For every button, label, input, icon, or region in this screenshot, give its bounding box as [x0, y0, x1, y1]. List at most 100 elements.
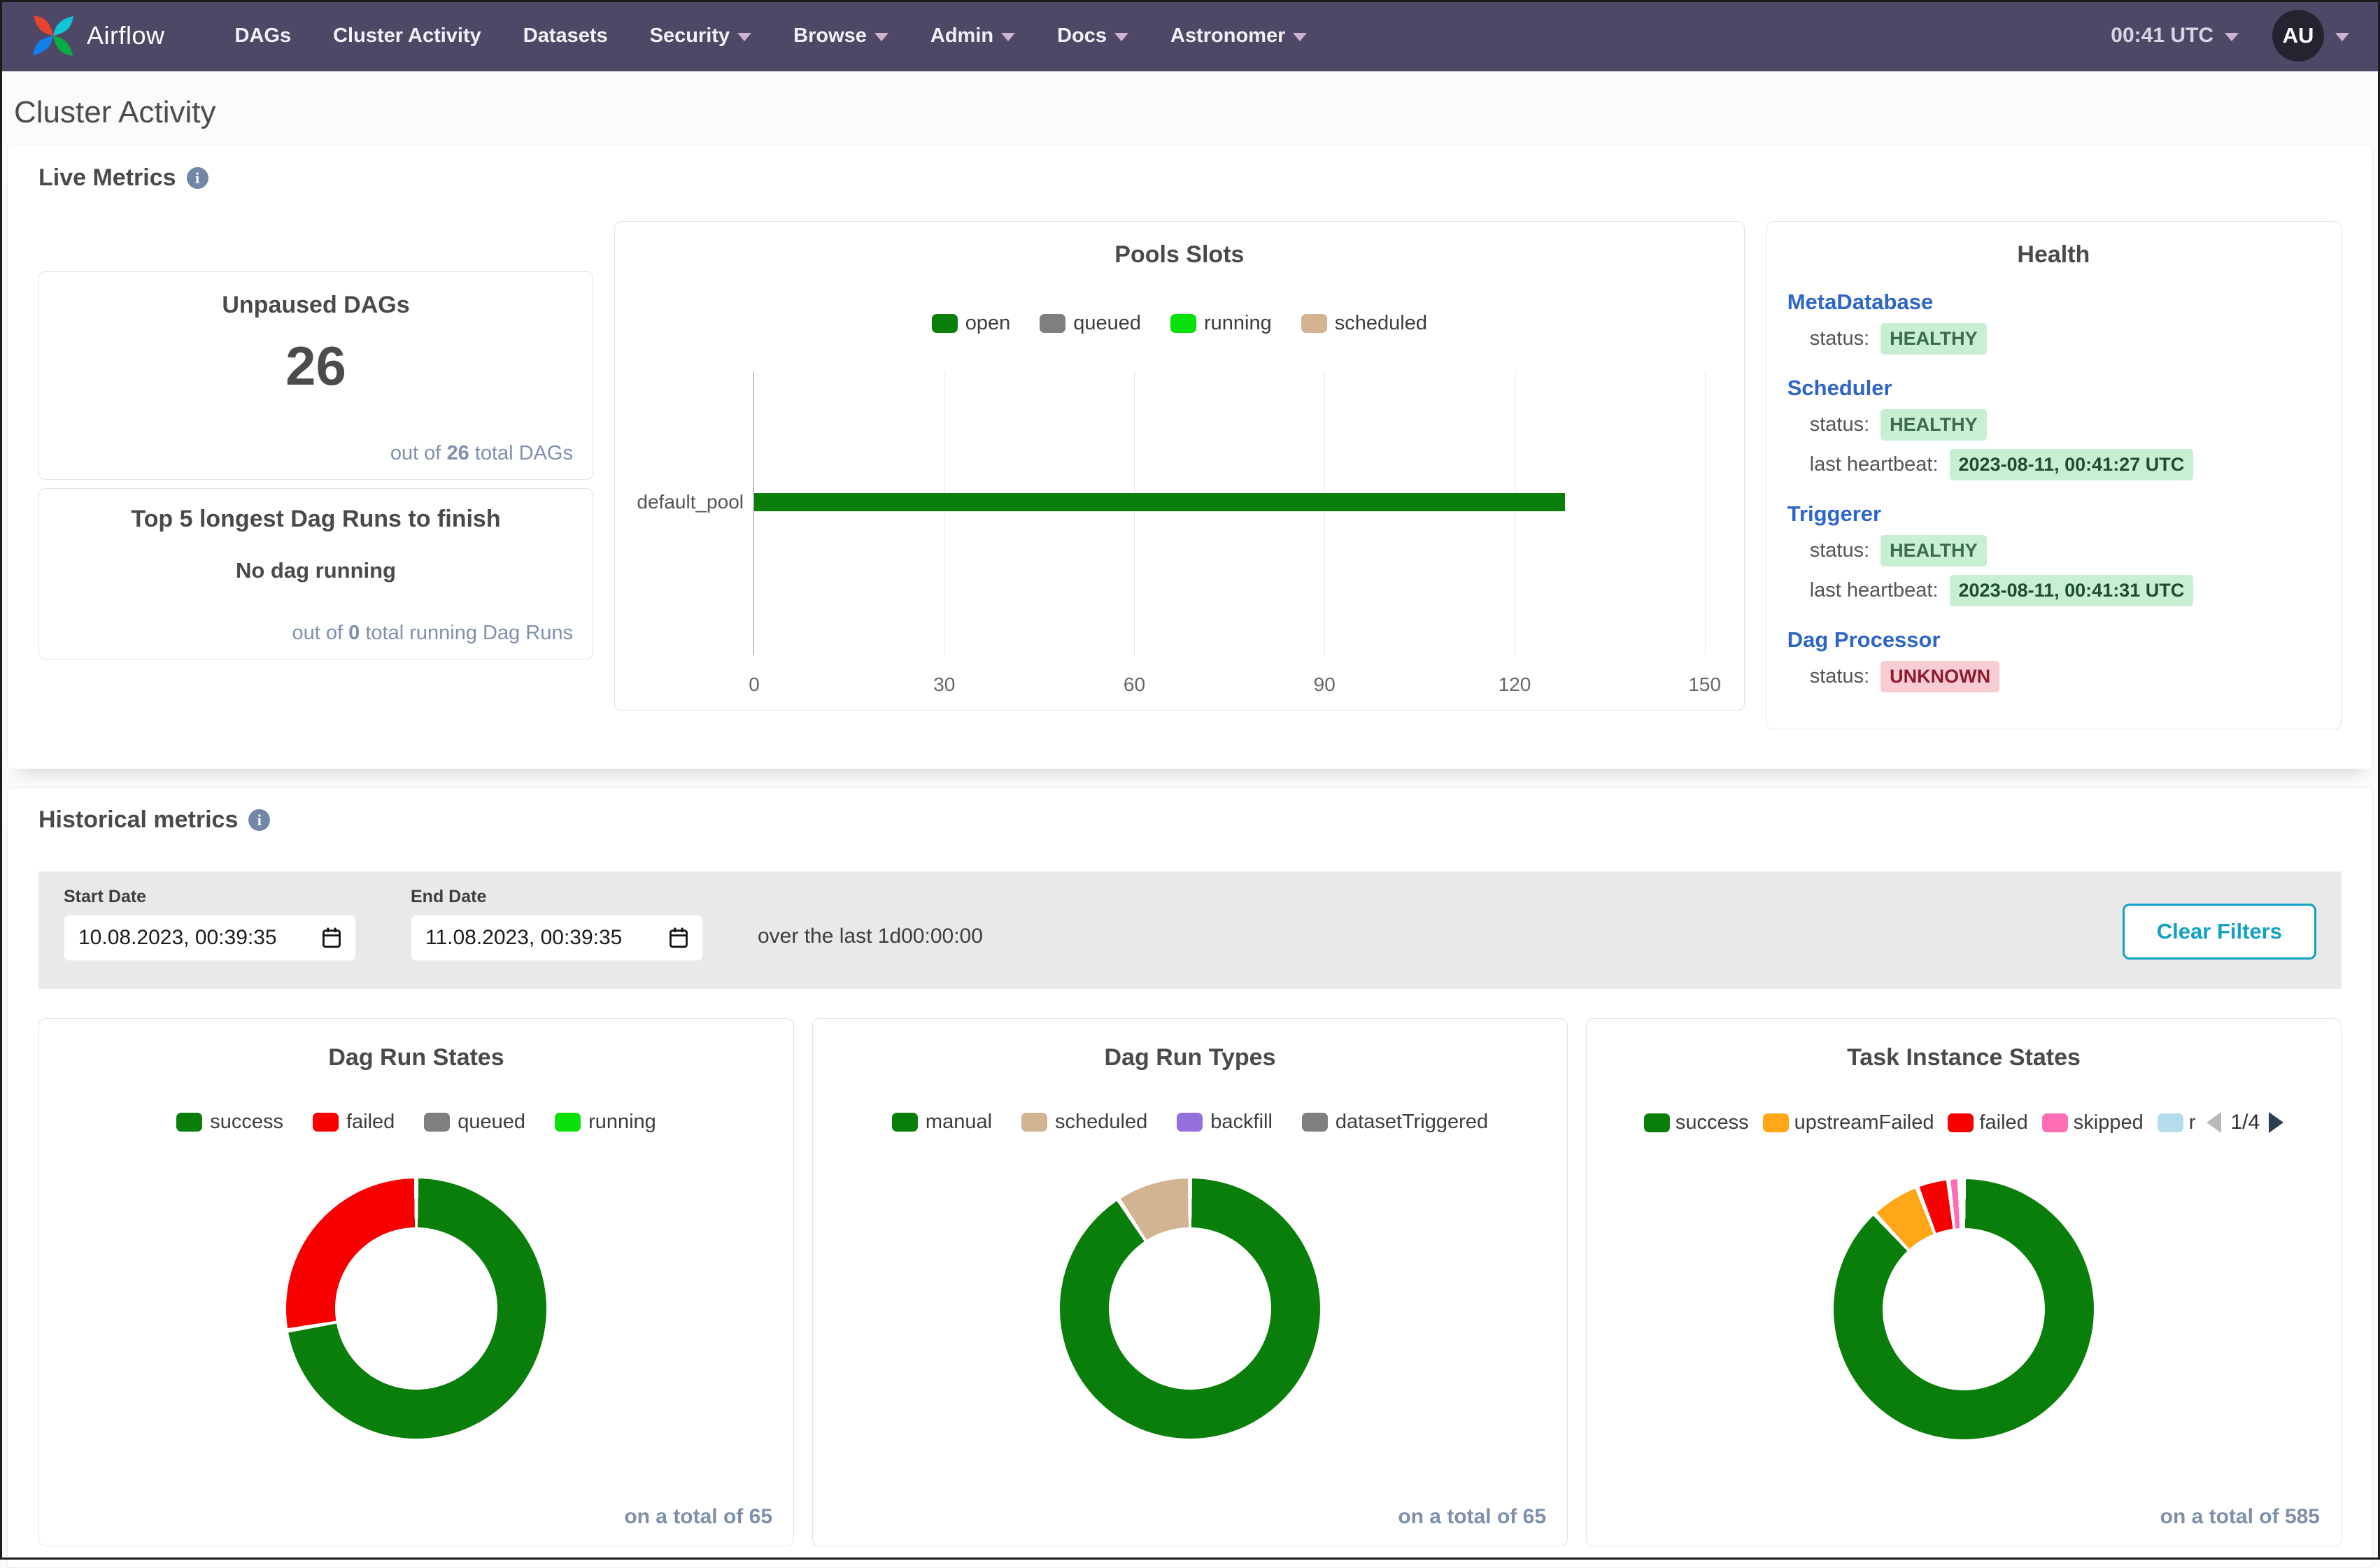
- legend-label: queued: [1073, 312, 1141, 335]
- bar-category-column: default_pool: [633, 371, 753, 655]
- health-component-triggerer[interactable]: Triggerer: [1787, 501, 2320, 527]
- legend-item-failed[interactable]: failed: [1948, 1111, 2027, 1134]
- legend-item-skipped[interactable]: skipped: [2042, 1111, 2144, 1134]
- filter-bar: Start Date 10.08.2023, 00:39:35 End Date…: [38, 871, 2342, 989]
- footer-text: out of: [390, 442, 441, 464]
- start-date-field: Start Date 10.08.2023, 00:39:35: [64, 887, 356, 961]
- nav-item-label: DAGs: [235, 24, 292, 48]
- nav-item-label: Datasets: [523, 24, 608, 48]
- nav-item-astronomer[interactable]: Astronomer: [1149, 0, 1328, 71]
- footer-value: 26: [446, 442, 469, 464]
- health-component-dag-processor[interactable]: Dag Processor: [1787, 627, 2320, 653]
- donut-hole: [1109, 1227, 1271, 1390]
- clear-filters-button[interactable]: Clear Filters: [2123, 904, 2316, 960]
- nav-item-docs[interactable]: Docs: [1036, 0, 1149, 71]
- live-left-column: Unpaused DAGs 26 out of 26 total DAGs To…: [38, 271, 593, 660]
- top-dag-runs-footer: out of 0 total running Dag Runs: [39, 622, 593, 659]
- task-instance-states-legend: success upstreamFailed failed skipped r: [1644, 1111, 2196, 1134]
- legend-item-datasettriggered[interactable]: datasetTriggered: [1302, 1111, 1488, 1134]
- start-date-label: Start Date: [64, 887, 356, 907]
- health-row-label: status:: [1810, 413, 1869, 436]
- legend-item-open[interactable]: open: [932, 312, 1011, 335]
- legend-item-upstreamfailed[interactable]: upstreamFailed: [1763, 1111, 1934, 1134]
- health-component-scheduler[interactable]: Scheduler: [1787, 376, 2320, 401]
- end-date-input[interactable]: 11.08.2023, 00:39:35: [411, 915, 703, 961]
- gridline: [1324, 371, 1325, 655]
- legend-label: datasetTriggered: [1336, 1111, 1488, 1134]
- live-metrics-heading: Live Metrics i: [38, 164, 2342, 192]
- navbar: Airflow DAGs Cluster Activity Datasets Secu…: [0, 0, 2380, 71]
- legend-item-manual[interactable]: manual: [892, 1111, 992, 1134]
- task-instance-states-title: Task Instance States: [1847, 1044, 2081, 1071]
- legend-item-success[interactable]: success: [176, 1111, 283, 1134]
- legend-item-running[interactable]: running: [555, 1111, 656, 1134]
- legend-label: running: [588, 1111, 656, 1134]
- status-badge: HEALTHY: [1880, 535, 1987, 566]
- legend-swatch: [1644, 1113, 1670, 1132]
- nav-item-security[interactable]: Security: [629, 0, 772, 71]
- chevron-down-icon: [2335, 33, 2349, 41]
- legend-swatch: [1040, 314, 1065, 333]
- unpaused-dags-title: Unpaused DAGs: [39, 292, 593, 319]
- bar-open[interactable]: [754, 493, 1565, 511]
- legend-page-indicator: 1/4: [2230, 1111, 2260, 1134]
- dag-run-states-total: on a total of 65: [624, 1505, 772, 1529]
- dag-run-states-card: Dag Run States success failed queued runnin…: [38, 1018, 794, 1546]
- dag-run-states-title: Dag Run States: [328, 1044, 504, 1071]
- pools-bar-chart[interactable]: default_pool 0306090120150: [633, 371, 1705, 655]
- info-icon[interactable]: i: [187, 167, 208, 189]
- historical-metrics-heading-text: Historical metrics: [38, 806, 238, 834]
- legend-swatch: [313, 1113, 339, 1132]
- legend-item-success[interactable]: success: [1644, 1111, 1749, 1134]
- airflow-logo-icon: [31, 13, 76, 58]
- legend-swatch: [1763, 1113, 1789, 1132]
- health-row-label: last heartbeat:: [1810, 453, 1939, 476]
- historical-metrics-heading: Historical metrics i: [38, 806, 2342, 834]
- nav-item-datasets[interactable]: Datasets: [502, 0, 629, 71]
- health-row: status:HEALTHY: [1787, 323, 2320, 355]
- utc-clock[interactable]: 00:41 UTC: [2111, 24, 2213, 48]
- legend-swatch: [932, 314, 958, 333]
- brand[interactable]: Airflow: [31, 13, 165, 58]
- nav-item-browse[interactable]: Browse: [772, 0, 909, 71]
- task-instance-states-donut[interactable]: [1834, 1179, 2094, 1439]
- legend-label: open: [965, 312, 1011, 335]
- dag-run-types-title: Dag Run Types: [1105, 1044, 1276, 1071]
- legend-item-queued[interactable]: queued: [424, 1111, 525, 1134]
- dag-run-types-donut[interactable]: [1060, 1178, 1320, 1439]
- legend-swatch: [892, 1113, 918, 1132]
- info-icon[interactable]: i: [248, 809, 270, 831]
- nav-item-admin[interactable]: Admin: [909, 0, 1036, 71]
- legend-label: backfill: [1210, 1111, 1273, 1134]
- brand-name: Airflow: [87, 21, 165, 50]
- footer-text: total DAGs: [475, 442, 573, 464]
- start-date-input[interactable]: 10.08.2023, 00:39:35: [64, 915, 356, 961]
- legend-item-scheduled[interactable]: scheduled: [1301, 312, 1427, 335]
- legend-prev-icon[interactable]: [2207, 1112, 2221, 1133]
- health-row: last heartbeat:2023-08-11, 00:41:27 UTC: [1787, 449, 2320, 480]
- range-text: over the last 1d00:00:00: [758, 925, 983, 948]
- legend-item-failed[interactable]: failed: [313, 1111, 395, 1134]
- nav-item-cluster-activity[interactable]: Cluster Activity: [312, 0, 502, 71]
- legend-item-r[interactable]: r: [2158, 1111, 2196, 1134]
- legend-swatch: [1301, 314, 1327, 333]
- dag-run-states-donut[interactable]: [286, 1178, 546, 1439]
- legend-item-queued[interactable]: queued: [1040, 312, 1141, 335]
- task-instance-states-card: Task Instance States success upstreamFail…: [1586, 1018, 2342, 1546]
- nav-item-dags[interactable]: DAGs: [214, 0, 313, 71]
- health-body: MetaDatabasestatus:HEALTHYSchedulerstatu…: [1787, 290, 2320, 692]
- unpaused-dags-card: Unpaused DAGs 26 out of 26 total DAGs: [38, 271, 593, 480]
- x-axis-tick: 30: [933, 673, 955, 696]
- legend-swatch: [2158, 1113, 2183, 1132]
- legend-item-scheduled[interactable]: scheduled: [1021, 1111, 1147, 1134]
- legend-label: manual: [926, 1111, 992, 1134]
- legend-item-running[interactable]: running: [1170, 312, 1272, 335]
- page-title: Cluster Activity: [14, 95, 2380, 130]
- health-component-metadatabase[interactable]: MetaDatabase: [1787, 290, 2320, 315]
- legend-label: scheduled: [1335, 312, 1427, 335]
- user-avatar[interactable]: AU: [2272, 10, 2324, 62]
- legend-next-icon[interactable]: [2269, 1112, 2283, 1133]
- chevron-down-icon: [1293, 33, 1307, 41]
- legend-item-backfill[interactable]: backfill: [1177, 1111, 1273, 1134]
- status-badge: HEALTHY: [1880, 409, 1987, 441]
